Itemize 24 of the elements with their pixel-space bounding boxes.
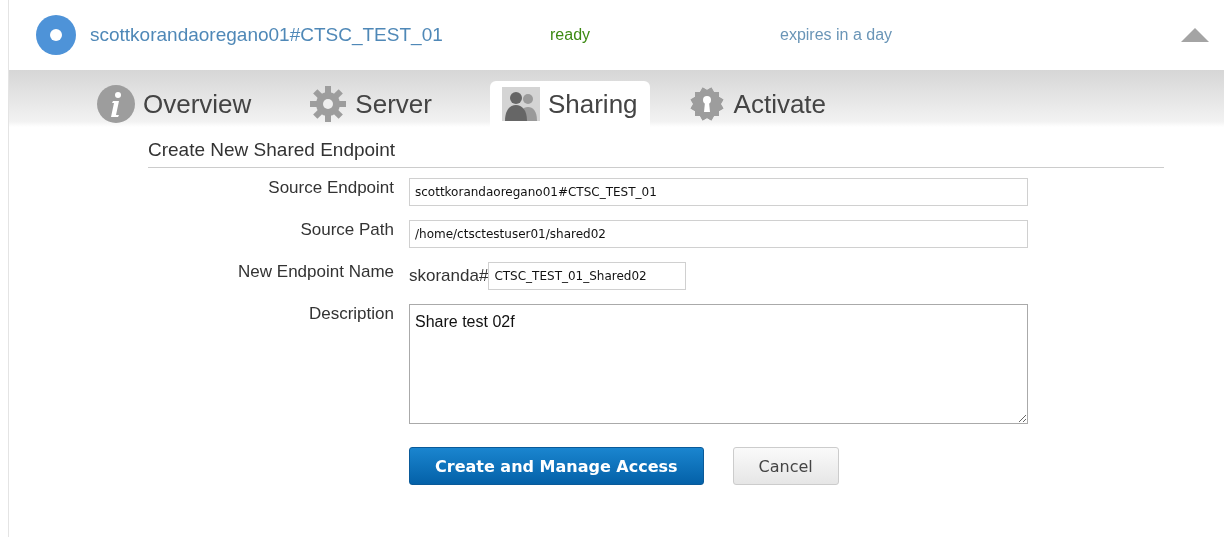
endpoint-name[interactable]: scottkorandaoregano01#CTSC_TEST_01 [90,24,550,46]
tab[interactable]: Activate [687,81,839,127]
cancel-button[interactable]: Cancel [732,447,839,485]
form-title: Create New Shared Endpoint [148,139,1164,168]
field-label: Description [307,304,394,324]
gear-icon [309,85,348,123]
info-icon [97,85,135,123]
field-label: Source Endpoint [267,178,394,198]
collapse-icon[interactable] [1180,27,1210,43]
create-button[interactable]: Create and Manage Access [409,447,704,485]
people-icon [501,87,540,121]
text-field[interactable]: CTSC_TEST_01_Shared02 [488,262,687,290]
field-label: Source Path [299,220,394,240]
endpoint-expiry: expires in a day [780,26,894,44]
name-prefix: skoranda# [409,266,489,286]
tab[interactable]: Overview [97,81,264,127]
field-label: New Endpoint Name [237,262,394,282]
tab[interactable]: Server [309,81,444,127]
endpoint-status: ready [550,26,592,44]
tab[interactable]: Sharing [489,81,650,127]
description-field[interactable]: Share test 02f [409,304,1028,424]
text-field[interactable]: /home/ctsctestuser01/shared02 [409,220,1028,248]
text-field[interactable]: scottkorandaoregano01#CTSC_TEST_01 [409,178,1028,206]
endpoint-status-icon [36,15,76,55]
